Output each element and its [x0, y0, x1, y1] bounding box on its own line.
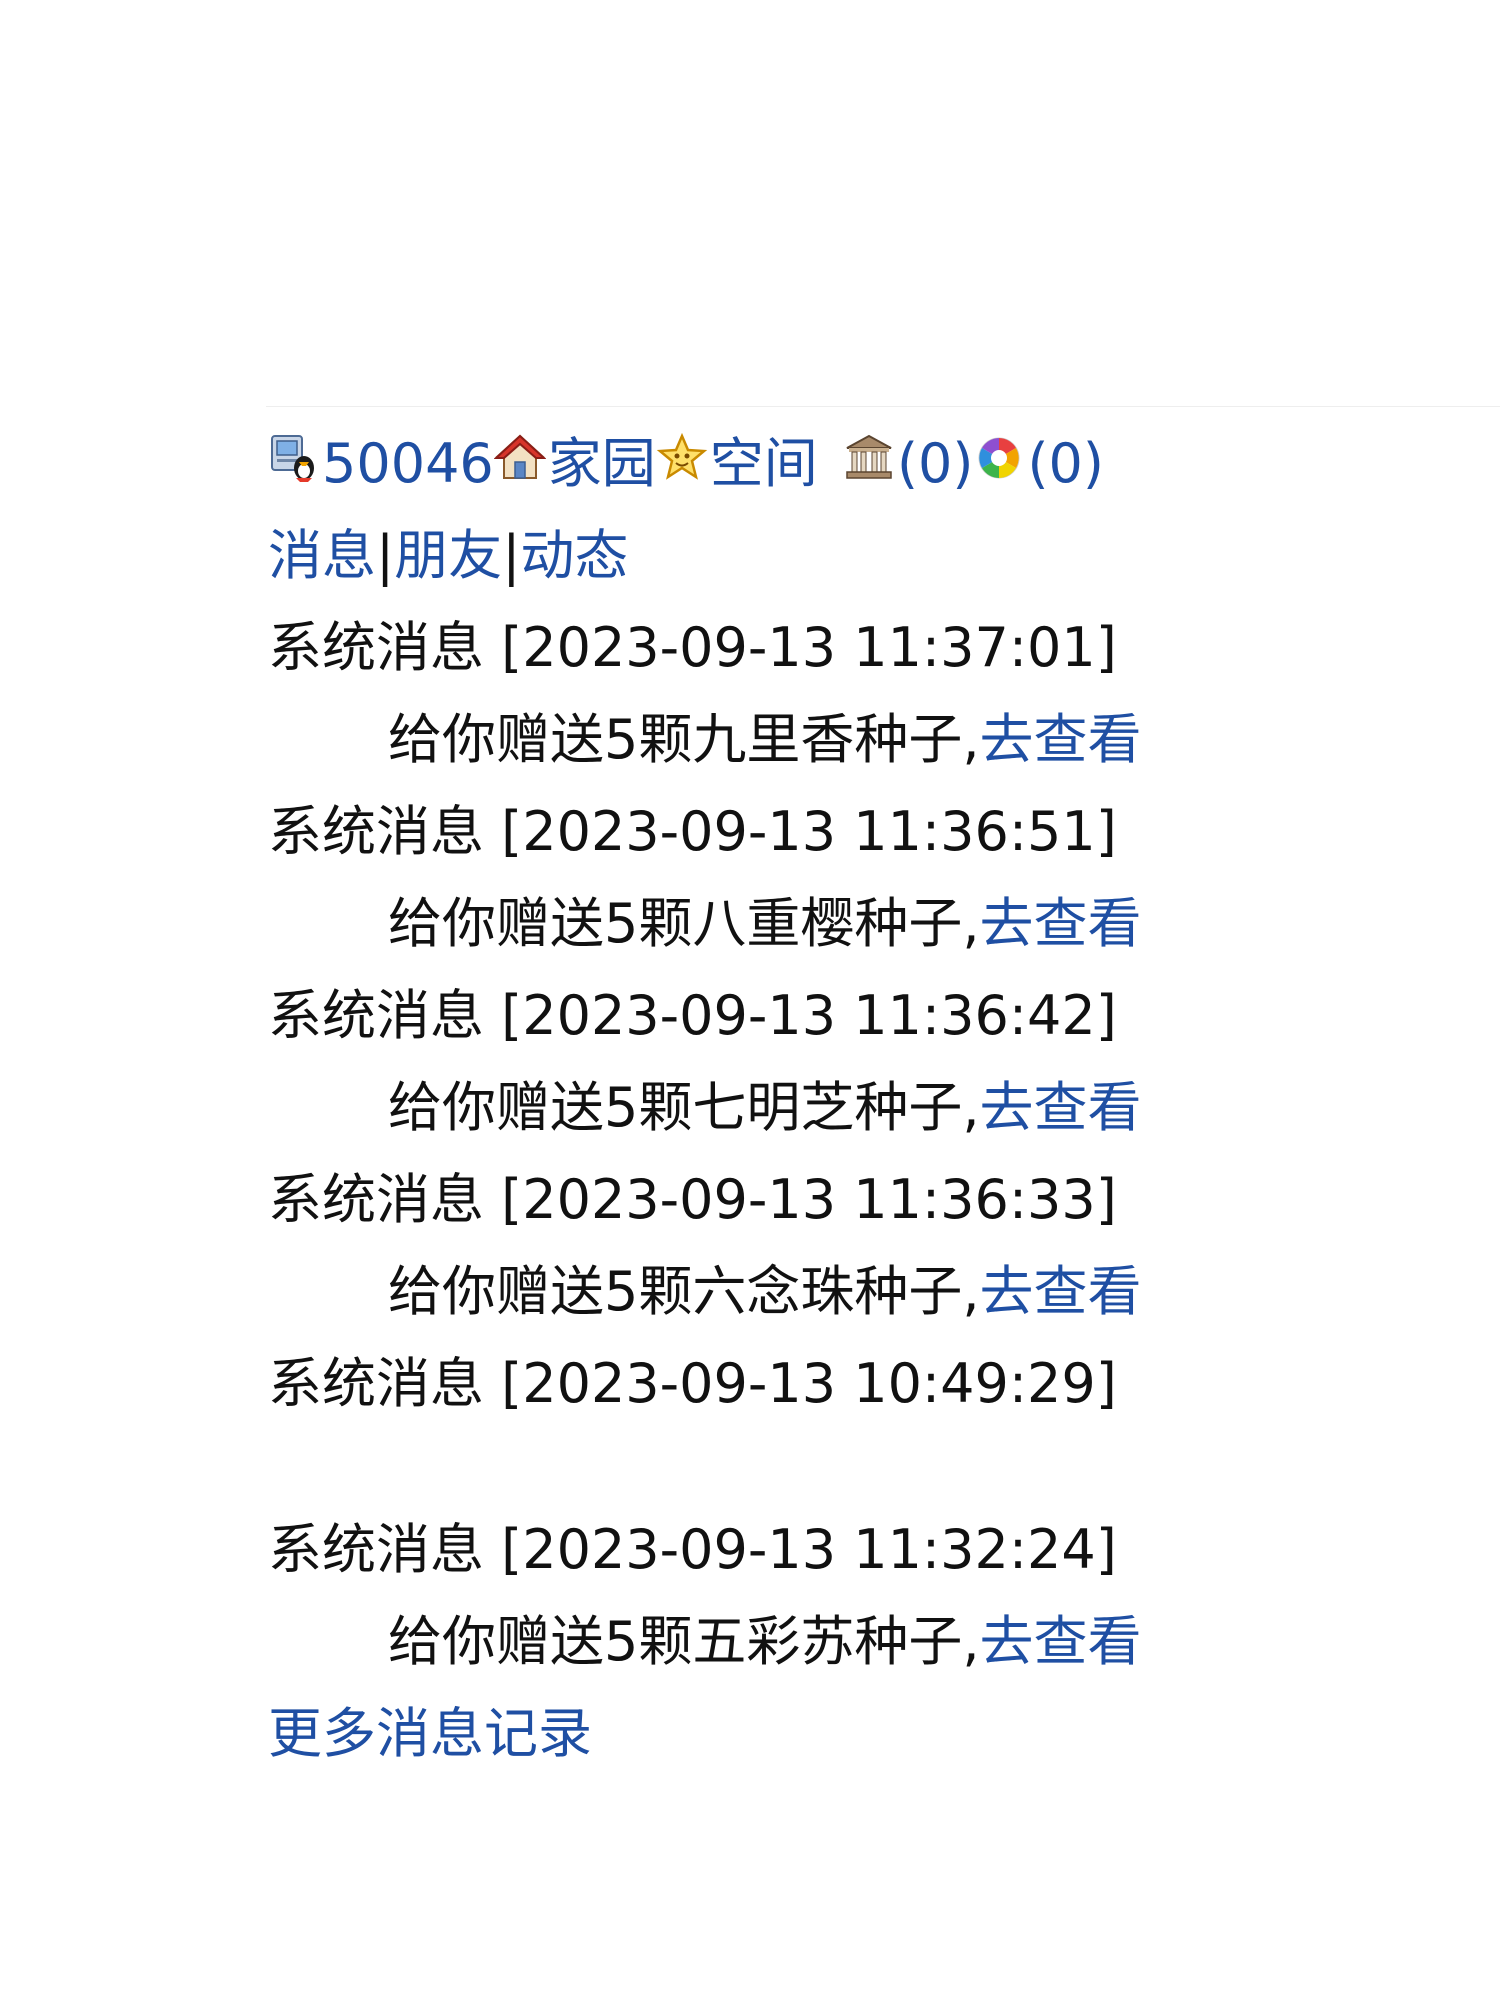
house-icon[interactable] [493, 432, 546, 484]
message-body: 给你赠送5颗五彩苏种子,去查看 [268, 1596, 1468, 1688]
nav-separator: | [502, 524, 521, 587]
message-title: 系统消息 [2023-09-13 10:49:29] [268, 1352, 1117, 1415]
message-title: 系统消息 [2023-09-13 11:36:51] [268, 800, 1117, 863]
top-divider [266, 406, 1500, 407]
bank-building-icon[interactable] [843, 432, 895, 484]
nav-separator: | [376, 524, 395, 587]
empty-message-body [268, 1430, 1468, 1504]
more-row: 更多消息记录 [268, 1688, 1468, 1780]
nav-activity-link[interactable]: 动态 [520, 524, 628, 587]
camera-aperture-icon[interactable] [973, 432, 1025, 484]
bank-count[interactable]: (0) [897, 432, 974, 495]
header-bar: 50046 家园 空间 (0) (0) [268, 418, 1468, 510]
view-link[interactable]: 去查看 [980, 1076, 1142, 1139]
message-text: 给你赠送5颗七明芝种子, [388, 1076, 980, 1139]
nav-messages-link[interactable]: 消息 [268, 524, 376, 587]
user-computer-icon[interactable] [268, 432, 320, 484]
user-id-link[interactable]: 50046 [322, 432, 494, 495]
message-title: 系统消息 [2023-09-13 11:36:42] [268, 984, 1117, 1047]
message-body: 给你赠送5颗七明芝种子,去查看 [268, 1062, 1468, 1154]
message-title: 系统消息 [2023-09-13 11:37:01] [268, 616, 1117, 679]
message-body: 给你赠送5颗六念珠种子,去查看 [268, 1246, 1468, 1338]
star-icon[interactable] [656, 432, 708, 484]
message-text: 给你赠送5颗六念珠种子, [388, 1260, 980, 1323]
message-text: 给你赠送5颗八重樱种子, [388, 892, 980, 955]
nav-friends-link[interactable]: 朋友 [394, 524, 502, 587]
view-link[interactable]: 去查看 [980, 1260, 1142, 1323]
more-messages-link[interactable]: 更多消息记录 [268, 1702, 592, 1765]
view-link[interactable]: 去查看 [980, 892, 1142, 955]
message-body: 给你赠送5颗八重樱种子,去查看 [268, 878, 1468, 970]
nav-bar: 消息|朋友|动态 [268, 510, 1468, 602]
message-text: 给你赠送5颗五彩苏种子, [388, 1610, 980, 1673]
page-content: 50046 家园 空间 (0) (0) 消息|朋友|动态 系统消息 [2023-… [268, 418, 1468, 1780]
message-title: 系统消息 [2023-09-13 11:32:24] [268, 1518, 1117, 1581]
message-text: 给你赠送5颗九里香种子, [388, 708, 980, 771]
home-link[interactable]: 家园 [548, 432, 656, 495]
message-title: 系统消息 [2023-09-13 11:36:33] [268, 1168, 1117, 1231]
view-link[interactable]: 去查看 [980, 708, 1142, 771]
space-link[interactable]: 空间 [710, 432, 818, 495]
view-link[interactable]: 去查看 [980, 1610, 1142, 1673]
photo-count[interactable]: (0) [1027, 432, 1104, 495]
message-body: 给你赠送5颗九里香种子,去查看 [268, 694, 1468, 786]
